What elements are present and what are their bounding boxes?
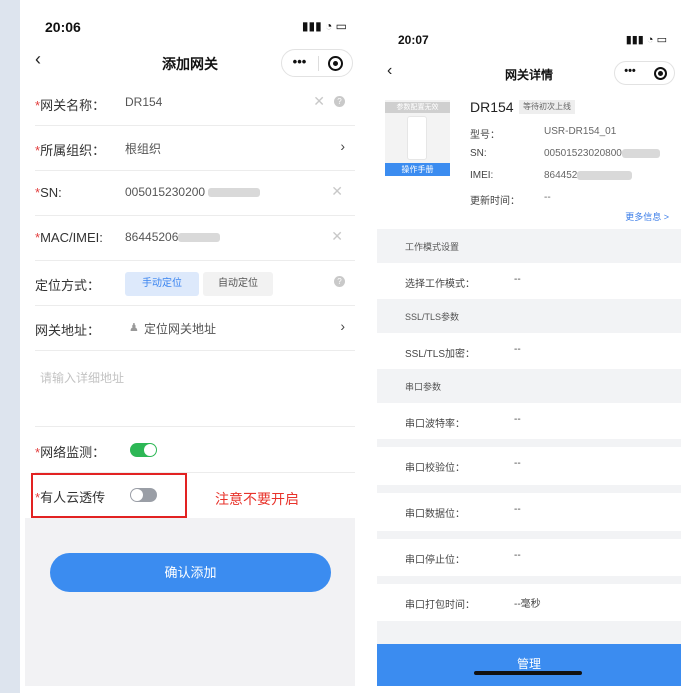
annotation-text: 注意不要开启 — [215, 491, 299, 507]
location-pin-icon: ♟ — [129, 322, 139, 334]
more-info-link[interactable]: 更多信息 > — [625, 210, 669, 223]
divider — [377, 485, 681, 493]
auto-locate-button[interactable]: 自动定位 — [203, 272, 273, 296]
gateway-detail-screen: 20:07 ▮▮▮ ◔ ▭ ‹ 网关详情 ••• 参数配置无效 操作手册 DR1… — [377, 0, 681, 686]
spec-value-imei: 864452 — [544, 170, 633, 181]
signal-wifi-battery-icon: ▮▮▮ ◔ ▭ — [625, 34, 667, 46]
device-photo — [407, 116, 427, 160]
divider — [377, 621, 681, 644]
spec-key-model: 型号： — [470, 130, 500, 141]
locate-label: 定位方式： — [35, 278, 101, 293]
list-item: 选择工作模式： -- — [377, 263, 681, 299]
highlight-box — [31, 473, 187, 518]
sn-row: *SN: 005015230200 ✕ — [25, 171, 355, 216]
spec-value-sn: 00501523020800 — [544, 148, 660, 159]
sn-label: *SN: — [35, 185, 62, 200]
mac-row: *MAC/IMEI: 86445206 ✕ — [25, 216, 355, 261]
monitor-label: *网络监测： — [35, 445, 106, 460]
gateway-name-label: *网关名称： — [35, 98, 106, 113]
divider — [35, 426, 355, 427]
divider — [35, 350, 355, 351]
divider — [377, 576, 681, 584]
manage-button[interactable]: 管理 — [377, 644, 681, 686]
spec-value-model: USR-DR154_01 — [544, 126, 617, 137]
more-icon[interactable]: ••• — [282, 54, 317, 69]
mac-label: *MAC/IMEI: — [35, 230, 103, 245]
org-value: 根组织 — [125, 142, 162, 156]
detail-address-input[interactable]: 请输入详细地址 — [40, 369, 124, 386]
mac-input[interactable]: 86445206 — [125, 230, 221, 244]
clear-icon[interactable]: ✕ — [331, 228, 343, 245]
status-time: 20:06 — [45, 19, 81, 35]
list-item: 串口数据位： -- — [377, 493, 681, 529]
close-miniprogram-icon[interactable] — [654, 67, 667, 80]
status-badge: 等待初次上线 — [519, 100, 575, 114]
clear-icon[interactable]: ✕ — [331, 183, 343, 200]
list-item: SSL/TLS加密： -- — [377, 333, 681, 369]
list-item: 串口停止位： -- — [377, 539, 681, 575]
confirm-add-button[interactable]: 确认添加 — [50, 553, 331, 592]
section-header: 串口参数 — [377, 369, 681, 403]
manual-button[interactable]: 操作手册 — [385, 163, 450, 176]
spec-key-update-time: 更新时间： — [470, 196, 520, 207]
list-item: 串口波特率： -- — [377, 403, 681, 439]
device-name: DR154 — [470, 99, 514, 115]
divider — [377, 439, 681, 447]
mini-program-capsule: ••• — [281, 49, 353, 77]
monitor-row: *网络监测： — [25, 428, 355, 473]
home-indicator — [474, 671, 582, 675]
desktop-edge — [0, 0, 20, 693]
signal-wifi-battery-icon: ▮▮▮ ◔ ▭ — [301, 19, 347, 33]
address-row[interactable]: 网关地址： ♟ 定位网关地址 › — [25, 306, 355, 351]
sn-input[interactable]: 005015230200 — [125, 185, 261, 199]
monitor-toggle[interactable] — [130, 443, 157, 457]
device-image: 参数配置无效 操作手册 — [385, 100, 450, 176]
close-miniprogram-icon[interactable] — [328, 56, 343, 71]
status-time: 20:07 — [398, 33, 429, 47]
section-header: SSL/TLS参数 — [377, 299, 681, 333]
capsule-divider — [318, 56, 319, 71]
list-item: 串口校验位： -- — [377, 447, 681, 483]
help-icon[interactable]: ? — [334, 96, 345, 107]
chevron-right-icon: › — [340, 138, 345, 154]
list-item: 串口打包时间： --毫秒 — [377, 584, 681, 620]
more-icon[interactable]: ••• — [615, 65, 645, 77]
add-gateway-screen: 20:06 ▮▮▮ ◔ ▭ ‹ 添加网关 ••• *网关名称： DR154 ✕ … — [25, 0, 355, 686]
address-value: 定位网关地址 — [144, 322, 217, 336]
gateway-name-row: *网关名称： DR154 ✕ ? — [25, 81, 355, 126]
gateway-name-input[interactable]: DR154 — [125, 95, 162, 109]
address-label: 网关地址： — [35, 323, 101, 338]
nav-bar: ‹ 添加网关 ••• — [25, 45, 355, 81]
org-row[interactable]: *所属组织： 根组织 › — [25, 126, 355, 171]
divider — [377, 531, 681, 539]
spec-key-sn: SN: — [470, 148, 487, 159]
org-label: *所属组织： — [35, 143, 106, 158]
spec-value-update-time: -- — [544, 192, 551, 203]
locate-row: 定位方式： 手动定位 自动定位 ? — [25, 261, 355, 306]
status-bar: 20:06 ▮▮▮ ◔ ▭ — [25, 0, 355, 45]
device-tag: 参数配置无效 — [385, 102, 450, 113]
section-header: 工作模式设置 — [377, 229, 681, 263]
mini-program-capsule: ••• — [614, 61, 675, 85]
manual-locate-button[interactable]: 手动定位 — [125, 272, 199, 296]
footer-area — [25, 518, 355, 686]
chevron-right-icon: › — [340, 318, 345, 334]
help-icon[interactable]: ? — [334, 276, 345, 287]
spec-key-imei: IMEI: — [470, 170, 494, 181]
clear-icon[interactable]: ✕ — [313, 93, 325, 110]
